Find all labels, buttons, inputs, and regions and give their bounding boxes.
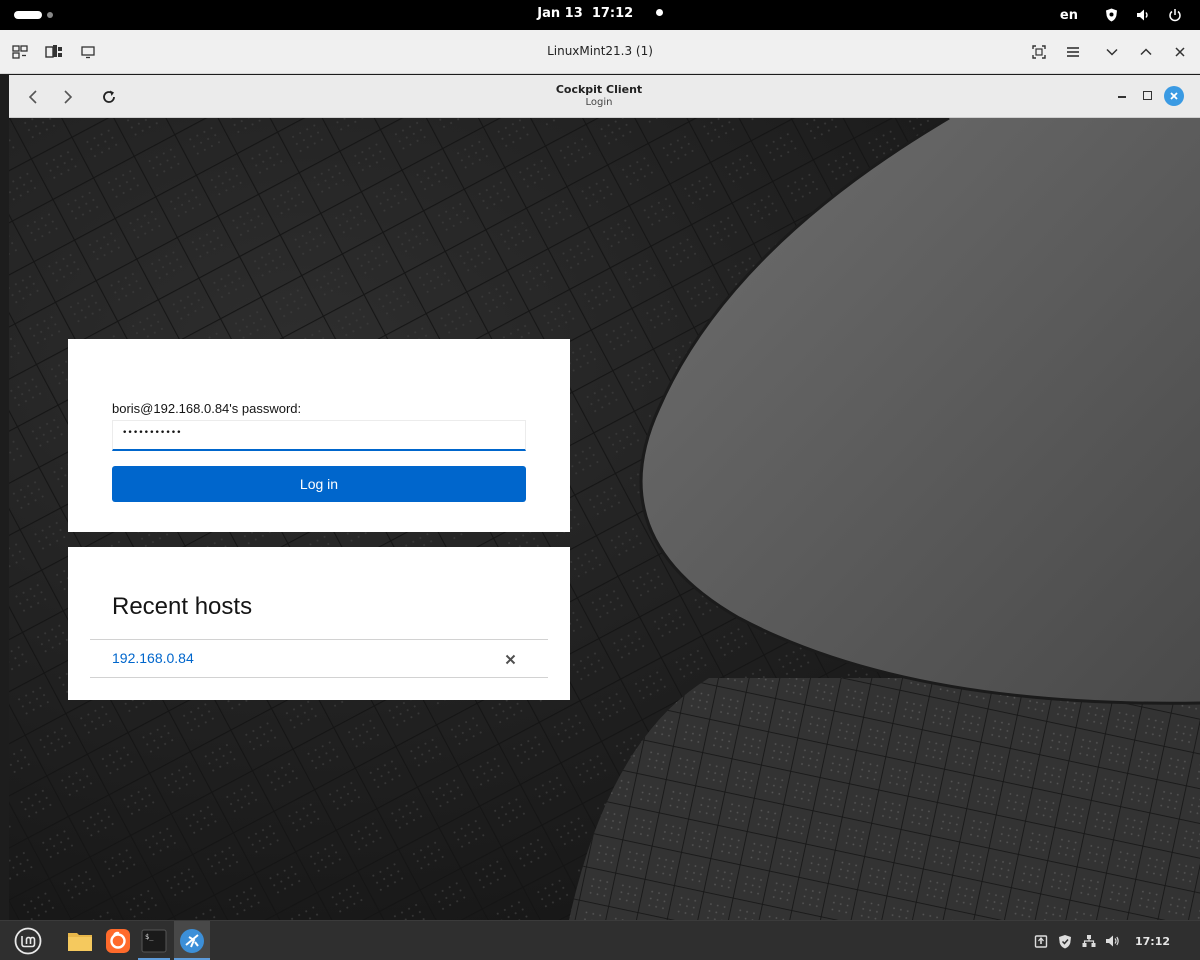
- viewer-title: LinuxMint21.3 (1): [547, 44, 653, 58]
- menu-icon[interactable]: [1064, 43, 1082, 61]
- date-label: Jan 13: [537, 6, 583, 21]
- power-icon[interactable]: [1168, 8, 1182, 22]
- recent-host-link[interactable]: 192.168.0.84: [112, 650, 194, 666]
- login-button[interactable]: Log in: [112, 466, 526, 502]
- date-time[interactable]: Jan 13 17:12: [0, 6, 1200, 21]
- notification-dot-icon: [655, 9, 663, 16]
- fullscreen-icon[interactable]: [1030, 43, 1048, 61]
- cockpit-icon[interactable]: [178, 927, 206, 955]
- maximize-icon[interactable]: [1143, 91, 1152, 100]
- minimize-icon[interactable]: [1118, 96, 1126, 98]
- remove-host-close-icon[interactable]: [503, 652, 517, 666]
- firefox-icon[interactable]: [104, 927, 132, 955]
- taskbar: $_ 17:12: [0, 920, 1200, 960]
- shield-icon[interactable]: [1057, 933, 1073, 949]
- password-input[interactable]: •••••••••••: [112, 420, 526, 451]
- list-item: 192.168.0.84: [90, 639, 548, 678]
- svg-text:$_: $_: [145, 933, 154, 941]
- close-icon[interactable]: [1171, 43, 1189, 61]
- mint-menu-icon[interactable]: [14, 927, 42, 955]
- login-card: boris@192.168.0.84's password: •••••••••…: [68, 339, 570, 532]
- panel-clock[interactable]: 17:12: [1135, 935, 1170, 948]
- chevron-down-icon[interactable]: [1103, 43, 1121, 61]
- chevron-up-icon[interactable]: [1137, 43, 1155, 61]
- window-close-icon[interactable]: [1164, 86, 1184, 106]
- cockpit-window-header: Cockpit Client Login: [9, 75, 1200, 118]
- language-indicator[interactable]: en: [1060, 8, 1078, 23]
- shield-icon[interactable]: [1104, 8, 1118, 22]
- window-title: Cockpit Client: [555, 83, 643, 96]
- recent-hosts-card: Recent hosts 192.168.0.84: [68, 547, 570, 700]
- recent-hosts-title: Recent hosts: [112, 593, 253, 620]
- volume-icon[interactable]: [1136, 8, 1150, 22]
- window-subtitle: Login: [585, 97, 613, 108]
- top-bar: Jan 13 17:12 en: [0, 0, 1200, 30]
- password-label: boris@192.168.0.84's password:: [112, 401, 302, 416]
- terminal-icon[interactable]: $_: [140, 927, 168, 955]
- files-icon[interactable]: [66, 927, 94, 955]
- time-label: 17:12: [591, 6, 634, 21]
- viewer-toolbar: LinuxMint21.3 (1): [0, 30, 1200, 74]
- network-icon[interactable]: [1081, 933, 1097, 949]
- volume-icon[interactable]: [1105, 933, 1121, 949]
- update-icon[interactable]: [1033, 933, 1049, 949]
